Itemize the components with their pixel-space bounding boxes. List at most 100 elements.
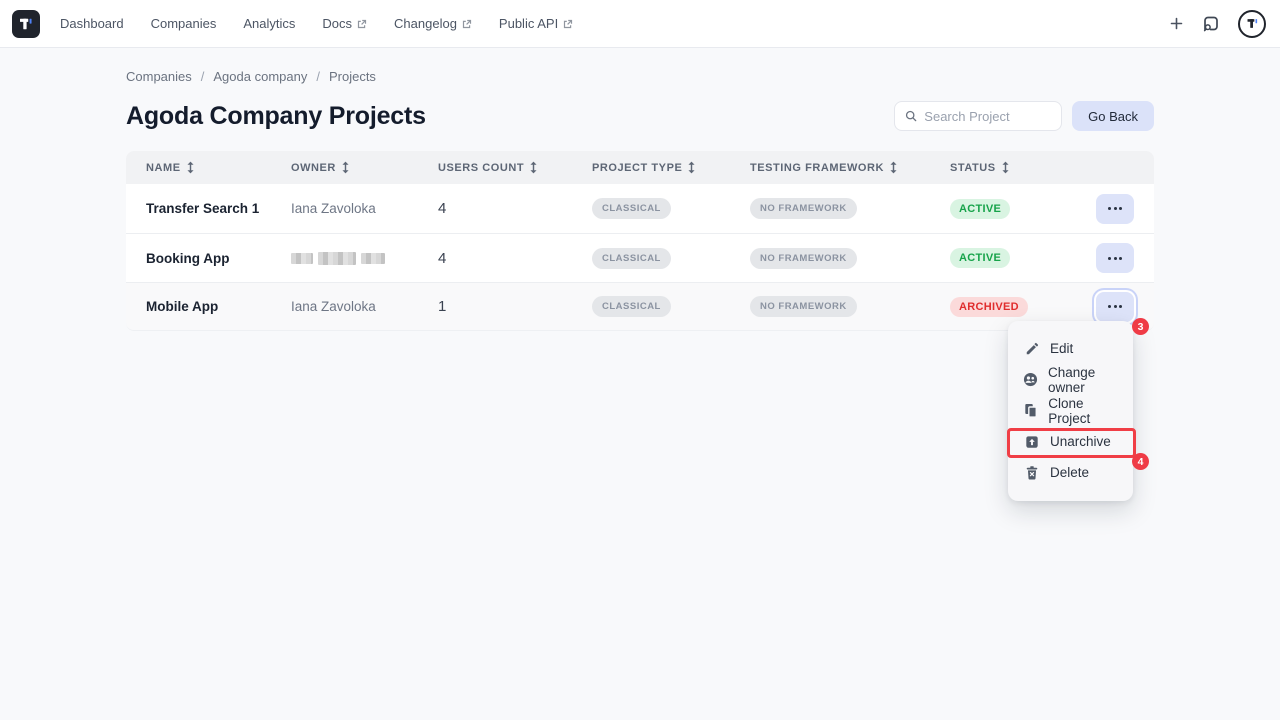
pencil-icon <box>1023 342 1040 356</box>
trash-icon <box>1023 465 1040 480</box>
nav-item-public-api[interactable]: Public API <box>499 16 573 31</box>
project-owner: Iana Zavoloka <box>291 299 438 314</box>
sort-icon <box>529 161 538 174</box>
nav-item-changelog[interactable]: Changelog <box>394 16 472 31</box>
ellipsis-icon <box>1108 257 1111 260</box>
project-name: Mobile App <box>126 299 291 314</box>
add-icon[interactable] <box>1169 16 1184 31</box>
breadcrumb-separator: / <box>201 69 205 84</box>
project-name: Transfer Search 1 <box>126 201 291 216</box>
nav-item-companies[interactable]: Companies <box>151 16 217 31</box>
column-header-testing-framework[interactable]: TESTING FRAMEWORK <box>750 161 950 174</box>
table-row: Mobile App Iana Zavoloka 1 CLASSICAL NO … <box>126 282 1154 331</box>
page-content: Companies / Agoda company / Projects Ago… <box>0 48 1280 331</box>
row-actions-menu: Edit Change owner Clone Project Unarchiv… <box>1008 321 1133 501</box>
column-header-name[interactable]: NAME <box>126 161 291 174</box>
column-label: TESTING FRAMEWORK <box>750 162 884 174</box>
user-avatar[interactable] <box>1238 10 1266 38</box>
breadcrumb: Companies / Agoda company / Projects <box>126 69 1154 84</box>
menu-item-delete[interactable]: Delete <box>1008 457 1133 488</box>
ellipsis-icon <box>1108 305 1111 308</box>
column-label: USERS COUNT <box>438 162 524 174</box>
nav-label: Dashboard <box>60 16 124 31</box>
brand-logo[interactable] <box>12 10 40 38</box>
unarchive-icon <box>1023 435 1040 449</box>
go-back-button[interactable]: Go Back <box>1072 101 1154 131</box>
search-icon <box>905 109 917 123</box>
title-actions: Go Back <box>894 101 1154 131</box>
project-owner-redacted <box>291 252 438 265</box>
nav-item-docs[interactable]: Docs <box>322 16 367 31</box>
avatar-t-icon <box>1245 16 1260 31</box>
column-label: STATUS <box>950 162 996 174</box>
column-header-project-type[interactable]: PROJECT TYPE <box>592 161 750 174</box>
main-nav: Dashboard Companies Analytics Docs Chang… <box>60 16 573 31</box>
menu-item-label: Change owner <box>1048 365 1121 395</box>
sort-icon <box>1001 161 1010 174</box>
column-label: PROJECT TYPE <box>592 162 682 174</box>
nav-label: Docs <box>322 16 352 31</box>
row-actions-button[interactable] <box>1096 194 1134 224</box>
project-type-badge: CLASSICAL <box>592 296 671 317</box>
search-project-input[interactable] <box>924 109 1051 124</box>
search-box <box>894 101 1062 131</box>
breadcrumb-companies[interactable]: Companies <box>126 69 192 84</box>
user-circle-icon <box>1023 372 1038 387</box>
breadcrumb-projects[interactable]: Projects <box>329 69 376 84</box>
nav-label: Public API <box>499 16 558 31</box>
column-label: NAME <box>146 162 181 174</box>
testing-framework-badge: NO FRAMEWORK <box>750 198 857 219</box>
navbar-right <box>1169 10 1266 38</box>
projects-table: NAME OWNER USERS COUNT PROJECT TYPE TEST… <box>126 151 1154 331</box>
row-actions-button-open[interactable] <box>1096 292 1134 322</box>
column-header-status[interactable]: STATUS <box>950 161 1096 174</box>
column-label: OWNER <box>291 162 336 174</box>
breadcrumb-agoda-company[interactable]: Agoda company <box>213 69 307 84</box>
nav-item-analytics[interactable]: Analytics <box>243 16 295 31</box>
table-header: NAME OWNER USERS COUNT PROJECT TYPE TEST… <box>126 151 1154 184</box>
sort-icon <box>687 161 696 174</box>
status-badge: ACTIVE <box>950 248 1010 268</box>
column-header-users-count[interactable]: USERS COUNT <box>438 161 592 174</box>
page-title: Agoda Company Projects <box>126 102 426 131</box>
menu-item-label: Delete <box>1050 465 1089 480</box>
title-row: Agoda Company Projects Go Back <box>126 101 1154 131</box>
project-owner: Iana Zavoloka <box>291 201 438 216</box>
external-link-icon <box>462 19 472 29</box>
testing-framework-badge: NO FRAMEWORK <box>750 296 857 317</box>
annotation-step-badge-3: 3 <box>1132 318 1149 335</box>
menu-item-label: Unarchive <box>1050 434 1111 449</box>
breadcrumb-separator: / <box>316 69 320 84</box>
menu-item-label: Edit <box>1050 341 1073 356</box>
nav-label: Companies <box>151 16 217 31</box>
nav-label: Analytics <box>243 16 295 31</box>
table-row: Booking App 4 CLASSICAL NO FRAMEWORK ACT… <box>126 233 1154 282</box>
brand-t-icon <box>17 15 35 33</box>
menu-item-edit[interactable]: Edit <box>1008 333 1133 364</box>
sort-icon <box>186 161 195 174</box>
redacted-text-block <box>291 252 438 265</box>
ellipsis-icon <box>1108 207 1111 210</box>
column-header-owner[interactable]: OWNER <box>291 161 438 174</box>
external-link-icon <box>357 19 367 29</box>
project-type-badge: CLASSICAL <box>592 198 671 219</box>
top-navbar: Dashboard Companies Analytics Docs Chang… <box>0 0 1280 48</box>
status-badge: ARCHIVED <box>950 297 1028 317</box>
row-actions-button[interactable] <box>1096 243 1134 273</box>
menu-item-unarchive[interactable]: Unarchive <box>1008 426 1133 457</box>
project-name: Booking App <box>126 251 291 266</box>
external-link-icon <box>563 19 573 29</box>
users-count: 4 <box>438 200 592 217</box>
menu-item-change-owner[interactable]: Change owner <box>1008 364 1133 395</box>
table-row: Transfer Search 1 Iana Zavoloka 4 CLASSI… <box>126 184 1154 233</box>
testing-framework-badge: NO FRAMEWORK <box>750 248 857 269</box>
search-activity-icon[interactable] <box>1201 14 1221 34</box>
status-badge: ACTIVE <box>950 199 1010 219</box>
users-count: 4 <box>438 250 592 267</box>
users-count: 1 <box>438 298 592 315</box>
menu-item-clone-project[interactable]: Clone Project <box>1008 395 1133 426</box>
nav-item-dashboard[interactable]: Dashboard <box>60 16 124 31</box>
nav-label: Changelog <box>394 16 457 31</box>
clone-icon <box>1023 403 1038 418</box>
project-type-badge: CLASSICAL <box>592 248 671 269</box>
